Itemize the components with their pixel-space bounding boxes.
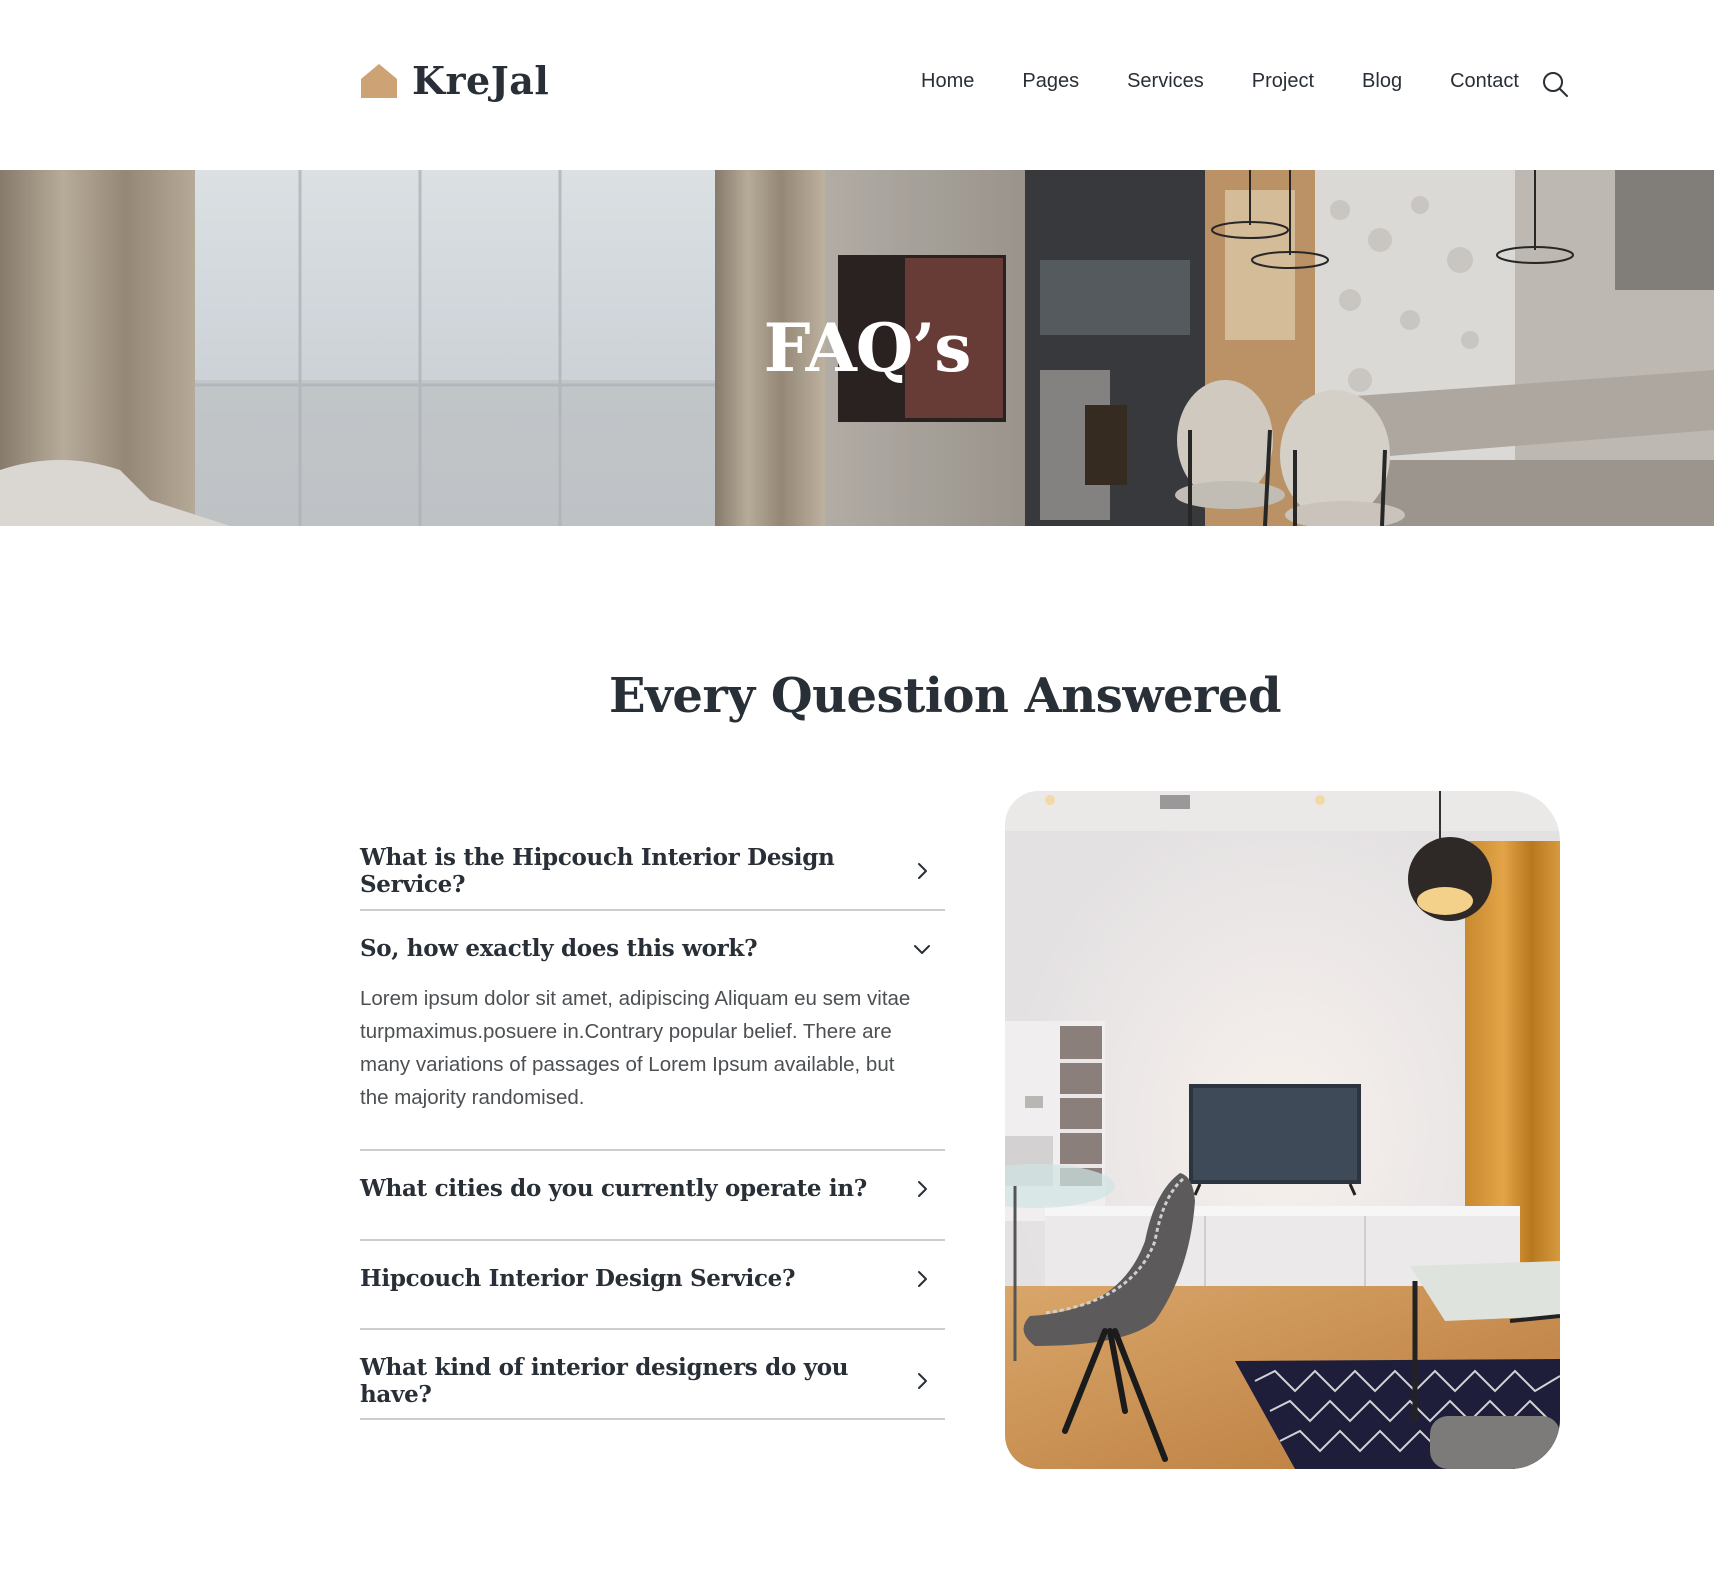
faq-question: So, how exactly does this work? — [360, 935, 758, 962]
nav-project[interactable]: Project — [1252, 70, 1314, 93]
faq-list: What is the Hipcouch Interior Design Ser… — [360, 820, 945, 1420]
faq-item[interactable]: What cities do you currently operate in? — [360, 1151, 945, 1241]
faq-question-row[interactable]: What kind of interior designers do you h… — [360, 1354, 945, 1408]
page-title: FAQ’s — [763, 309, 972, 387]
faq-question: What kind of interior designers do you h… — [360, 1354, 849, 1408]
nav-home[interactable]: Home — [921, 70, 974, 93]
faq-question: What cities do you currently operate in? — [360, 1175, 867, 1202]
chevron-right-icon[interactable] — [911, 1178, 933, 1200]
faq-item[interactable]: What kind of interior designers do you h… — [360, 1330, 945, 1420]
nav-contact[interactable]: Contact — [1450, 70, 1519, 93]
faq-interior-photo — [1005, 791, 1560, 1469]
nav-services[interactable]: Services — [1127, 70, 1204, 93]
logo[interactable]: KreJal — [360, 58, 549, 103]
main-nav: Home Pages Services Project Blog Contact — [921, 70, 1519, 93]
living-room-image — [1005, 791, 1560, 1469]
faq-question: What is the Hipcouch Interior Design Ser… — [360, 844, 835, 898]
faq-item[interactable]: What is the Hipcouch Interior Design Ser… — [360, 820, 945, 911]
brand-name: KreJal — [412, 58, 550, 103]
chevron-right-icon[interactable] — [911, 860, 933, 882]
nav-blog[interactable]: Blog — [1362, 70, 1402, 93]
chevron-right-icon[interactable] — [911, 1370, 933, 1392]
chevron-down-icon[interactable] — [911, 938, 933, 960]
faq-section-title: Every Question Answered — [608, 668, 1282, 724]
site-header: KreJal Home Pages Services Project Blog … — [0, 0, 1714, 170]
faq-question-row[interactable]: Hipcouch Interior Design Service? — [360, 1265, 945, 1292]
house-icon — [361, 63, 397, 98]
faq-answer: Lorem ipsum dolor sit amet, adipiscing A… — [360, 987, 911, 1109]
hero-banner: FAQ’s — [0, 170, 1714, 526]
faq-question-row[interactable]: What is the Hipcouch Interior Design Ser… — [360, 844, 945, 898]
faq-item-expanded[interactable]: So, how exactly does this work? Lorem ip… — [360, 911, 945, 1151]
faq-question-row[interactable]: What cities do you currently operate in? — [360, 1175, 945, 1202]
nav-pages[interactable]: Pages — [1022, 70, 1079, 93]
faq-item[interactable]: Hipcouch Interior Design Service? — [360, 1241, 945, 1330]
faq-question-row[interactable]: So, how exactly does this work? — [360, 935, 945, 962]
chevron-right-icon[interactable] — [911, 1268, 933, 1290]
faq-question: Hipcouch Interior Design Service? — [360, 1265, 796, 1292]
search-icon[interactable] — [1541, 70, 1569, 98]
